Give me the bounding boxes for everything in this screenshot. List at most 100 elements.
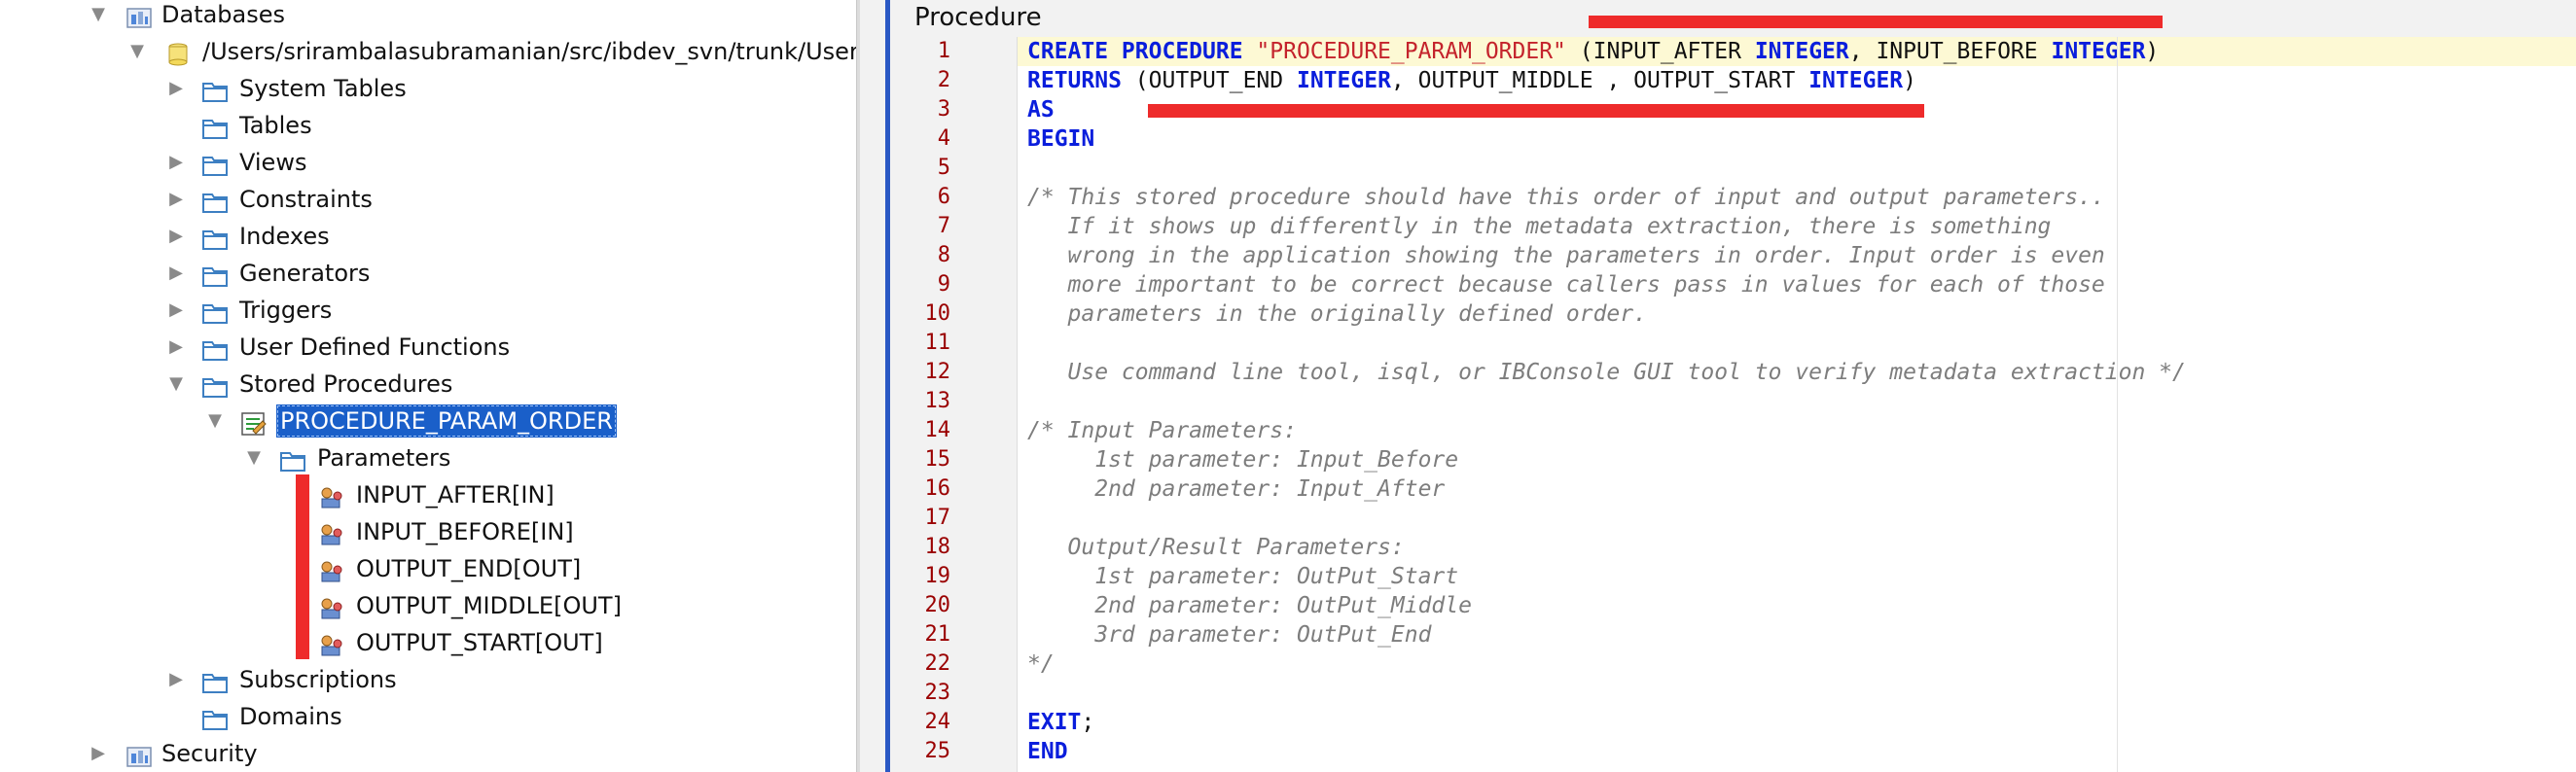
code-text: ; [1081,710,1095,735]
code-line: BEGIN [1027,126,1095,152]
chevron-right-icon[interactable]: ▶ [165,292,187,329]
tree-label: Constraints [239,186,373,213]
tree-label: Views [239,149,307,176]
line-number: 3 [937,97,950,122]
folder-icon [202,668,228,693]
line-number: 21 [924,622,951,647]
folder-icon [202,705,228,730]
tree-label: Databases [161,1,286,28]
line-number: 13 [924,389,951,413]
line-number: 20 [924,593,951,617]
line-number: 19 [924,564,951,588]
code-keyword: CREATE PROCEDURE [1027,39,1243,64]
chevron-right-icon[interactable]: ▶ [165,144,187,181]
tree-label: User Defined Functions [239,333,511,361]
code-keyword: RETURNS [1027,68,1122,93]
line-number: 17 [924,506,951,530]
chevron-right-icon[interactable]: ▶ [165,661,187,698]
tree-label: /Users/srirambalasubramanian/src/ibdev_s… [202,38,856,65]
folder-icon [202,151,228,176]
chevron-down-icon[interactable]: ▼ [88,0,109,33]
tree-label: OUTPUT_MIDDLE[OUT] [356,592,622,619]
folder-icon [202,188,228,213]
line-number: 15 [924,447,951,472]
line-number: 4 [937,126,950,151]
line-number-gutter: 1 2 3 4 5 6 7 8 9 10 11 12 13 14 15 16 1… [910,37,1018,772]
code-text: (OUTPUT_END [1134,68,1284,93]
code-keyword: INTEGER [1296,68,1391,93]
folder-icon [202,372,228,398]
code-comment-line: 3rd parameter: OutPut_End [1027,622,1432,648]
chevron-right-icon[interactable]: ▶ [165,70,187,107]
code-line: RETURNS (OUTPUT_END INTEGER, OUTPUT_MIDD… [1027,66,1916,95]
line-number: 1 [937,39,950,63]
code-keyword: INTEGER [1808,68,1904,93]
code-comment-line: Output/Result Parameters: [1027,535,1405,560]
security-server-icon [126,742,152,767]
code-text-area[interactable]: CREATE PROCEDURE "PROCEDURE_PARAM_ORDER"… [1027,37,2576,772]
tree-label: Generators [239,260,371,287]
tree-label: Parameters [317,444,451,472]
code-line: EXIT; [1027,708,1094,737]
chevron-right-icon[interactable]: ▶ [88,735,109,772]
chevron-right-icon[interactable]: ▶ [165,329,187,366]
parameter-icon [319,631,344,656]
code-text: , OUTPUT_MIDDLE , OUTPUT_START [1390,68,1796,93]
code-comment-line: /* Input Parameters: [1027,418,1297,443]
code-keyword: INTEGER [2051,39,2146,64]
chevron-down-icon[interactable]: ▼ [126,33,148,70]
folder-icon [202,335,228,361]
code-comment-line: 1st parameter: Input_Before [1027,447,1459,473]
redaction-marker [296,474,309,659]
code-string: "PROCEDURE_PARAM_ORDER" [1256,39,1566,64]
focus-border [885,0,890,772]
line-number: 5 [937,156,950,180]
tree-label: OUTPUT_END[OUT] [356,555,582,582]
parameter-icon [319,557,344,582]
code-comment-line: parameters in the originally defined ord… [1027,301,1647,327]
database-server-icon [126,3,152,28]
redaction-marker [1148,104,1924,118]
code-comment-line: If it shows up differently in the metada… [1027,214,2052,239]
code-line: END [1027,739,1068,764]
tree-label: Stored Procedures [239,370,453,398]
parameter-icon [319,483,344,509]
tree-label-selected: PROCEDURE_PARAM_ORDER [276,404,617,438]
code-comment-line: more important to be correct because cal… [1027,272,2105,298]
code-comment-line: 1st parameter: OutPut_Start [1027,564,1459,589]
chevron-right-icon[interactable]: ▶ [165,181,187,218]
code-keyword: EXIT [1027,710,1082,735]
chevron-right-icon[interactable]: ▶ [165,218,187,255]
parameter-icon [319,594,344,619]
line-number: 14 [924,418,951,442]
line-number: 18 [924,535,951,559]
code-line: CREATE PROCEDURE "PROCEDURE_PARAM_ORDER"… [1027,37,2159,66]
tree-label: INPUT_BEFORE[IN] [356,518,574,545]
code-comment-line: 2nd parameter: OutPut_Middle [1027,593,1472,618]
database-icon [165,40,191,66]
folder-icon [202,77,228,102]
code-line: AS [1027,97,1055,123]
tree-label: System Tables [239,75,407,102]
tree-label: Tables [239,112,312,139]
editor-title: Procedure [914,3,1042,32]
object-tree: ▼ Databases ▼ /Users/srirambalasubramani… [0,0,856,772]
line-number: 6 [937,185,950,209]
chevron-right-icon[interactable]: ▶ [165,255,187,292]
line-number: 8 [937,243,950,267]
code-keyword: INTEGER [1754,39,1849,64]
code-text: ) [2145,39,2160,64]
right-margin-guide [2117,37,2118,772]
folder-icon [202,298,228,324]
tree-label: Triggers [239,297,333,324]
code-editor[interactable]: 1 2 3 4 5 6 7 8 9 10 11 12 13 14 15 16 1… [910,37,2576,772]
folder-icon [202,225,228,250]
line-number: 23 [924,681,951,705]
chevron-down-icon[interactable]: ▼ [204,403,226,439]
chevron-down-icon[interactable]: ▼ [243,439,265,476]
code-text: , INPUT_BEFORE [1848,39,2038,64]
code-text: ) [1903,68,1916,93]
line-number: 7 [937,214,950,238]
chevron-down-icon[interactable]: ▼ [165,366,187,403]
line-number: 12 [924,360,951,384]
